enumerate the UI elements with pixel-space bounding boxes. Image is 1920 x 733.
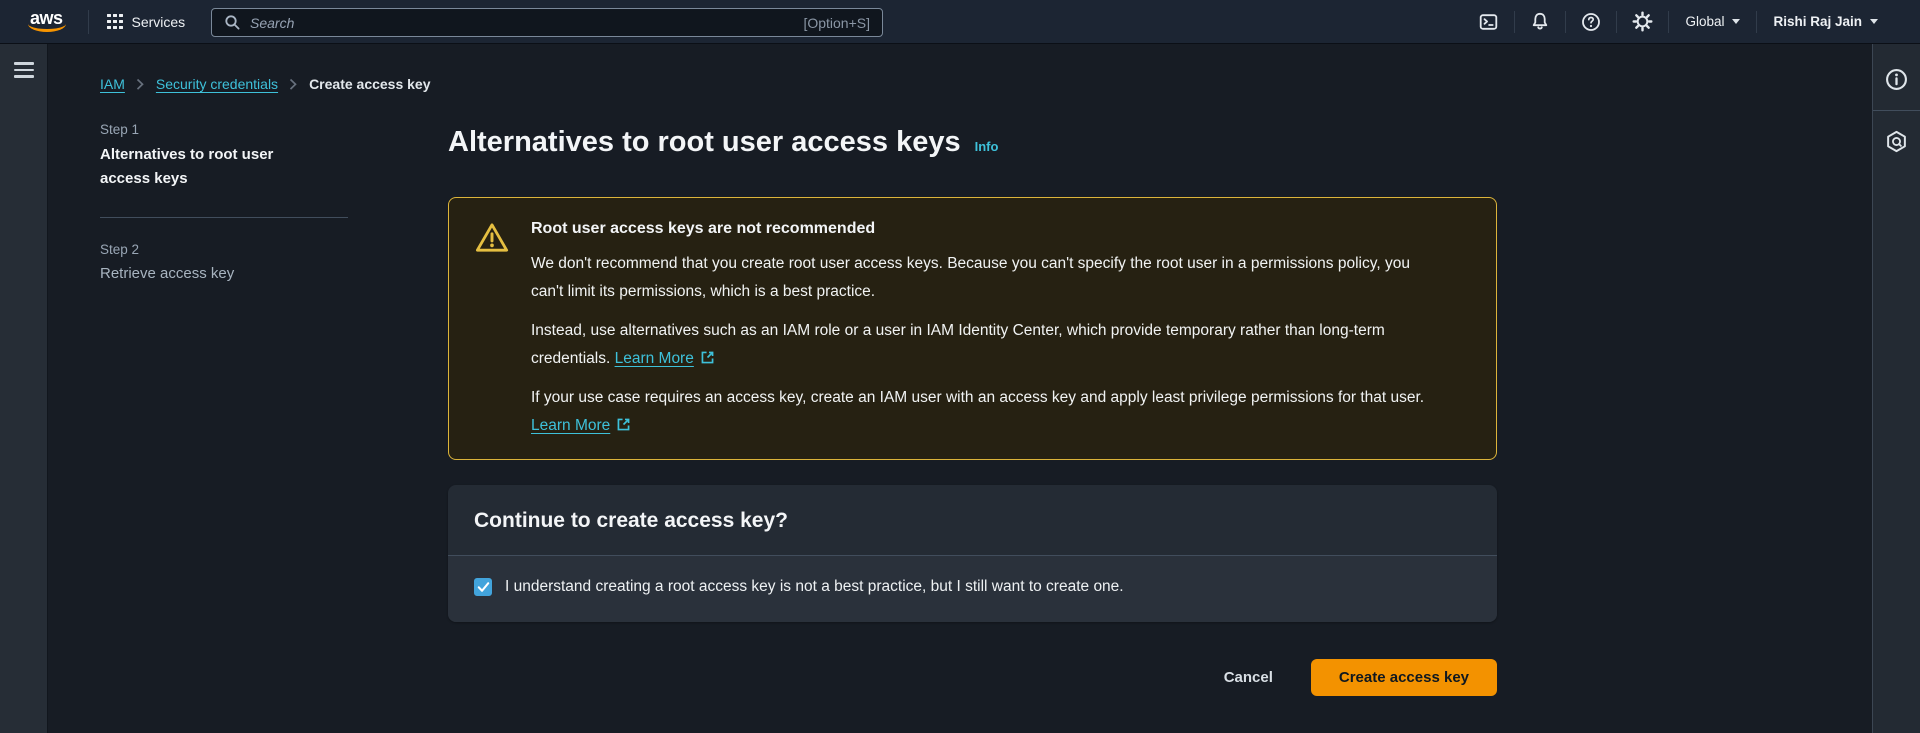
learn-more-link-2[interactable]: Learn More [531,417,631,434]
confirm-body: I understand creating a root access key … [448,556,1497,622]
aws-smile-swoosh [28,23,66,32]
info-panel-button[interactable] [1879,62,1914,97]
account-name-label: Rishi Raj Jain [1773,14,1862,29]
learn-more-label: Learn More [531,417,610,434]
breadcrumb-security-credentials-link[interactable]: Security credentials [156,76,278,92]
help-button[interactable] [1566,0,1616,44]
create-access-key-button[interactable]: Create access key [1311,659,1497,696]
search-input[interactable] [250,15,794,31]
warning-title: Root user access keys are not recommende… [531,220,1436,238]
breadcrumb-current-page: Create access key [309,76,430,92]
gear-icon [1632,11,1653,32]
chevron-down-icon [1870,19,1878,24]
warning-paragraph-3-text: If your use case requires an access key,… [531,389,1424,406]
confirm-check-row[interactable]: I understand creating a root access key … [474,578,1471,596]
actions-bar: Cancel Create access key [448,659,1497,696]
learn-more-link-1[interactable]: Learn More [615,350,715,367]
chevron-right-icon [289,78,298,91]
nav-right-group: Global Rishi Raj Jain [1463,0,1894,44]
confirm-header: Continue to create access key? [448,485,1497,555]
warning-content: Root user access keys are not recommende… [531,220,1436,439]
warning-alert: Root user access keys are not recommende… [448,197,1497,460]
aws-console-window: aws Services [Option+S] [0,0,1920,733]
nav-left-group: aws Services [26,0,185,44]
hexagon-panel-button[interactable] [1879,124,1914,159]
bell-icon [1530,11,1550,32]
info-link[interactable]: Info [975,127,999,167]
breadcrumb: IAM Security credentials Create access k… [100,76,1872,92]
hexagon-panel-icon [1885,130,1908,153]
cancel-button[interactable]: Cancel [1220,661,1277,694]
step1-title: Alternatives to root user access keys [100,143,308,191]
warning-paragraph-1: We don't recommend that you create root … [531,250,1436,305]
cloudshell-terminal-icon [1478,12,1499,32]
page-title-text: Alternatives to root user access keys [448,122,961,162]
collapsed-side-nav [0,44,48,733]
root-key-confirm-checkbox[interactable] [474,578,492,596]
hamburger-icon [14,62,34,65]
confirm-title: Continue to create access key? [474,509,1471,533]
warning-triangle-icon [475,220,509,439]
question-circle-icon [1581,12,1601,32]
search-shortcut-hint: [Option+S] [803,15,870,31]
chevron-right-icon [136,78,145,91]
rail-separator [1873,110,1920,111]
warning-paragraph-1-text: We don't recommend that you create root … [531,255,1410,300]
notifications-button[interactable] [1515,0,1565,44]
page-body: IAM Security credentials Create access k… [0,44,1920,733]
region-selector[interactable]: Global [1669,0,1756,44]
search-box[interactable]: [Option+S] [211,8,883,37]
right-tools-rail [1872,44,1920,733]
page-title: Alternatives to root user access keys In… [448,122,1497,167]
aws-logo[interactable]: aws [26,7,70,37]
services-menu-button[interactable]: Services [107,0,185,44]
top-navigation: aws Services [Option+S] [0,0,1920,44]
services-label: Services [132,14,186,30]
nav-separator [88,10,89,34]
step2-title: Retrieve access key [100,265,408,282]
steps-divider [100,217,348,218]
breadcrumb-iam-link[interactable]: IAM [100,76,125,92]
confirm-checkbox-label: I understand creating a root access key … [505,578,1124,596]
info-circle-icon [1885,68,1908,91]
step2-label: Step 2 [100,242,408,257]
learn-more-label: Learn More [615,350,694,367]
external-link-icon [616,417,631,432]
region-label: Global [1685,14,1724,29]
external-link-icon [700,350,715,365]
confirm-container: Continue to create access key? I unde [448,485,1497,622]
checkmark-icon [477,581,490,593]
main-area: IAM Security credentials Create access k… [48,44,1872,733]
warning-paragraph-3: If your use case requires an access key,… [531,384,1436,439]
wizard-steps-nav: Step 1 Alternatives to root user access … [100,122,448,696]
account-menu[interactable]: Rishi Raj Jain [1757,0,1894,44]
chevron-down-icon [1732,19,1740,24]
warning-paragraph-2: Instead, use alternatives such as an IAM… [531,317,1436,372]
step-content: Alternatives to root user access keys In… [448,122,1497,696]
settings-button[interactable] [1617,0,1668,44]
step1-label: Step 1 [100,122,408,137]
cloudshell-button[interactable] [1463,0,1514,44]
search-icon [224,14,241,31]
content-row: Step 1 Alternatives to root user access … [100,122,1872,696]
services-grid-icon [107,14,123,30]
open-menu-button[interactable] [10,58,38,82]
